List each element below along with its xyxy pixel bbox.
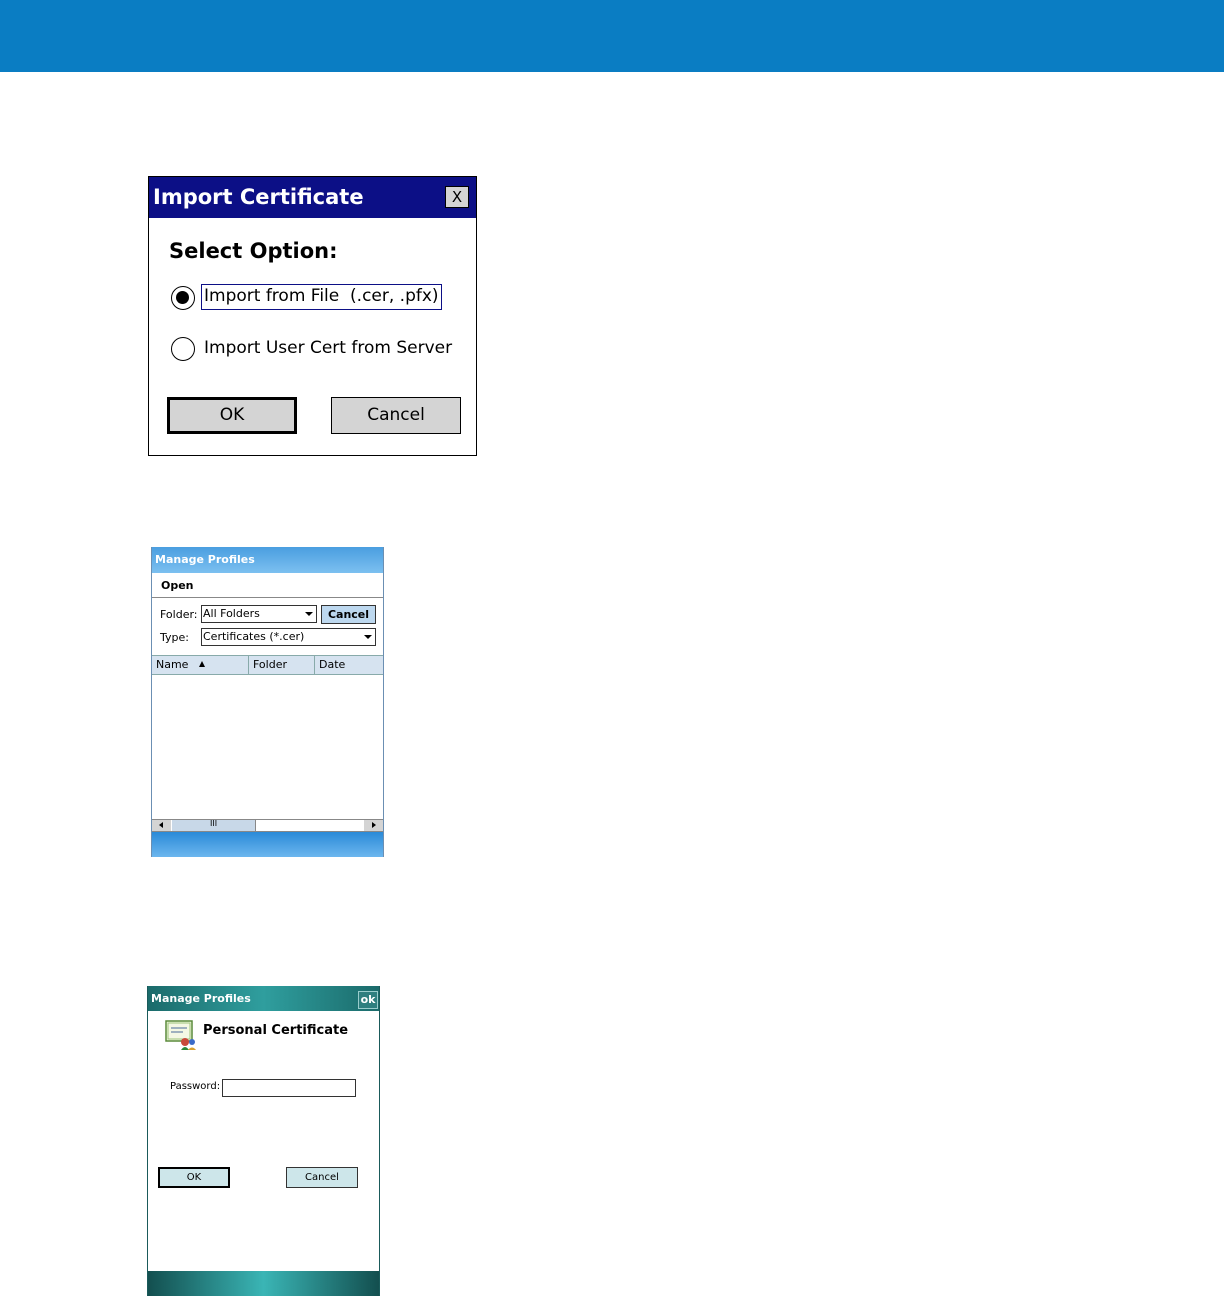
cancel-button[interactable]: Cancel bbox=[321, 605, 376, 624]
type-dropdown[interactable]: Certificates (*.cer) bbox=[201, 628, 376, 646]
password-field[interactable] bbox=[222, 1079, 356, 1097]
folder-value: All Folders bbox=[203, 607, 260, 620]
ok-button[interactable]: OK bbox=[167, 397, 297, 434]
folder-label: Folder: bbox=[160, 608, 198, 621]
certificate-icon bbox=[165, 1020, 196, 1050]
chevron-down-icon bbox=[364, 635, 372, 639]
scroll-left-icon[interactable] bbox=[152, 820, 171, 831]
dialog-title: Import Certificate bbox=[153, 185, 364, 209]
select-option-heading: Select Option: bbox=[169, 239, 338, 263]
sort-ascending-icon bbox=[199, 661, 205, 667]
scroll-right-icon[interactable] bbox=[364, 820, 383, 831]
close-button[interactable]: X bbox=[445, 186, 469, 208]
title-bar: Manage Profiles ok bbox=[148, 986, 379, 1011]
import-certificate-dialog: Import Certificate X Select Option: Impo… bbox=[148, 176, 477, 456]
column-date[interactable]: Date bbox=[315, 656, 382, 674]
password-label: Password: bbox=[170, 1081, 221, 1092]
ok-button[interactable]: OK bbox=[158, 1167, 230, 1188]
folder-dropdown[interactable]: All Folders bbox=[201, 605, 317, 623]
chevron-down-icon bbox=[305, 612, 313, 616]
type-label: Type: bbox=[160, 631, 189, 644]
file-list-header: Name Folder Date bbox=[152, 655, 383, 675]
dialog-title: Manage Profiles bbox=[151, 992, 251, 1005]
import-user-cert-label[interactable]: Import User Cert from Server bbox=[204, 338, 452, 358]
personal-certificate-heading: Personal Certificate bbox=[203, 1023, 349, 1038]
bottom-menu-bar bbox=[148, 1271, 379, 1296]
menu-bar: Open bbox=[152, 573, 383, 598]
title-ok-button[interactable]: ok bbox=[358, 991, 378, 1009]
title-bar: Import Certificate X bbox=[149, 177, 476, 218]
open-menu-label: Open bbox=[161, 579, 194, 592]
column-folder[interactable]: Folder bbox=[249, 656, 314, 674]
scroll-thumb[interactable]: III bbox=[172, 819, 256, 831]
import-user-cert-radio[interactable] bbox=[171, 337, 195, 361]
dialog-title: Manage Profiles bbox=[155, 553, 255, 566]
cancel-button[interactable]: Cancel bbox=[331, 397, 461, 434]
cancel-button[interactable]: Cancel bbox=[286, 1167, 358, 1188]
bottom-menu-bar bbox=[152, 832, 383, 857]
open-file-dialog: Manage Profiles Open Folder: All Folders… bbox=[151, 547, 384, 857]
import-from-file-radio[interactable] bbox=[171, 286, 195, 310]
title-bar: Manage Profiles bbox=[152, 547, 383, 573]
type-value: Certificates (*.cer) bbox=[203, 630, 305, 643]
top-banner bbox=[0, 0, 1224, 72]
horizontal-scrollbar[interactable]: III bbox=[152, 819, 383, 832]
scroll-grip: III bbox=[210, 819, 218, 828]
import-from-file-label[interactable]: Import from File (.cer, .pfx) bbox=[201, 284, 442, 310]
personal-certificate-dialog: Manage Profiles ok Personal Certificate … bbox=[147, 986, 380, 1296]
